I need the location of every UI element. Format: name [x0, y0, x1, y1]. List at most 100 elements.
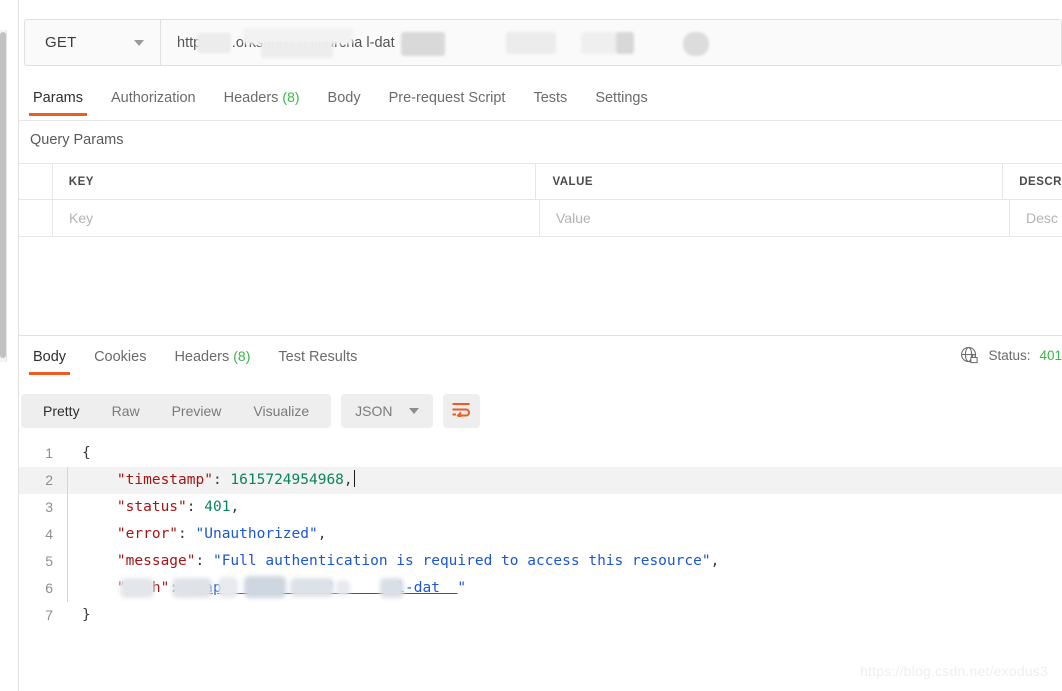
tab-tests[interactable]: Tests — [519, 90, 581, 115]
left-scrollbar-thumb[interactable] — [0, 32, 6, 358]
pane-splitter[interactable] — [19, 335, 1062, 336]
code-line[interactable]: 3 "status": 401, — [19, 494, 1062, 521]
method-label: GET — [45, 34, 77, 51]
tab-pre-request-script[interactable]: Pre-request Script — [375, 90, 520, 115]
code-line[interactable]: 6 "path": "/api rcha ' l-dat " — [19, 575, 1062, 602]
url-redaction-block-6 — [581, 32, 617, 54]
code-token-pun: , — [710, 553, 720, 569]
status-label: Status: — [988, 348, 1031, 363]
word-wrap-button[interactable] — [442, 394, 480, 428]
response-tab-test-results-label: Test Results — [278, 348, 358, 365]
code-line[interactable]: 1{ — [19, 440, 1062, 467]
param-description-input[interactable]: Desc — [1010, 200, 1062, 236]
method-selector[interactable]: GET — [25, 20, 161, 65]
code-text: "error": "Unauthorized", — [68, 521, 327, 548]
param-value-placeholder: Value — [556, 210, 591, 226]
code-text: { — [68, 440, 91, 467]
line-number: 6 — [45, 580, 53, 596]
tab-headers-label: Headers — [223, 90, 279, 106]
tab-headers-count: (8) — [282, 89, 300, 105]
path-redaction-block-6 — [336, 580, 350, 596]
param-key-input[interactable]: Key — [53, 200, 540, 236]
header-checkbox-cell — [19, 164, 53, 199]
path-redaction-block-7 — [380, 578, 404, 598]
format-button-group: Pretty Raw Preview Visualize — [21, 394, 332, 428]
tab-authorization-label: Authorization — [110, 89, 196, 106]
param-value-input[interactable]: Value — [540, 200, 1010, 236]
param-key-placeholder: Key — [69, 210, 94, 226]
response-body-code[interactable]: 1{2 "timestamp": 1615724954968, 3 "status… — [19, 440, 1062, 650]
format-raw-button[interactable]: Raw — [96, 403, 156, 419]
code-line[interactable]: 2 "timestamp": 1615724954968, — [19, 467, 1062, 494]
code-token-pun — [82, 580, 117, 596]
response-tab-body[interactable]: Body — [19, 349, 80, 375]
response-tab-test-results[interactable]: Test Results — [264, 349, 371, 374]
tab-params-label: Params — [33, 89, 83, 106]
column-header-value: VALUE — [552, 175, 594, 188]
code-token-pun: } — [82, 607, 91, 623]
code-line[interactable]: 5 "message": "Full authentication is req… — [19, 548, 1062, 575]
url-bar: GET https://s .orkshop.co i/purcha l-dat — [24, 19, 1062, 66]
url-redaction-block-8 — [683, 32, 709, 56]
line-number: 4 — [45, 526, 53, 542]
path-redaction-block-1 — [120, 578, 154, 598]
table-row[interactable]: Key Value Desc — [19, 200, 1062, 236]
format-visualize-button[interactable]: Visualize — [237, 403, 325, 419]
code-token-num: 401 — [204, 499, 231, 515]
response-tab-cookies-label: Cookies — [94, 348, 147, 365]
param-description-placeholder: Desc — [1026, 210, 1058, 226]
code-line[interactable]: 7} — [19, 602, 1062, 629]
tab-authorization[interactable]: Authorization — [97, 90, 210, 115]
path-redaction-block-5 — [290, 578, 334, 597]
code-token-pun: : — [212, 472, 231, 488]
tab-body[interactable]: Body — [314, 90, 375, 115]
query-params-title: Query Params — [30, 132, 124, 148]
code-token-pun: : — [186, 499, 205, 515]
url-redaction-block-1 — [197, 33, 231, 53]
format-preview-button[interactable]: Preview — [156, 403, 238, 419]
code-token-pun: : — [195, 553, 213, 569]
url-redaction-block-5 — [506, 32, 556, 54]
content-type-select[interactable]: JSON — [341, 394, 433, 428]
chevron-down-icon — [134, 39, 144, 46]
path-redaction-block-3 — [218, 577, 238, 598]
response-tab-headers[interactable]: Headers (8) — [160, 348, 264, 374]
code-text: "message": "Full authentication is requi… — [68, 548, 719, 575]
chevron-down-icon — [408, 408, 419, 414]
url-redaction-block-3 — [261, 42, 333, 58]
code-text: "timestamp": 1615724954968, — [68, 467, 355, 494]
code-line[interactable]: 4 "error": "Unauthorized", — [19, 521, 1062, 548]
tab-pre-request-script-label: Pre-request Script — [388, 89, 506, 106]
code-token-pun: , — [343, 472, 353, 488]
code-token-pun — [82, 472, 117, 488]
code-token-pun: , — [230, 499, 240, 515]
line-number: 5 — [45, 553, 53, 569]
code-token-num: 1615724954968 — [230, 472, 344, 488]
row-checkbox-cell[interactable] — [19, 200, 53, 236]
code-text: "path": "/api rcha ' l-dat " — [68, 575, 466, 602]
tab-headers[interactable]: Headers (8) — [210, 89, 314, 115]
url-redaction-block-7 — [616, 32, 634, 54]
status-badge: 401 — [1039, 348, 1062, 363]
text-cursor — [353, 470, 355, 487]
code-token-pun — [82, 553, 117, 569]
column-header-key: KEY — [68, 175, 94, 188]
line-number: 2 — [45, 472, 53, 488]
code-token-str: "Unauthorized" — [195, 526, 318, 542]
line-number: 3 — [45, 499, 53, 515]
tab-settings-label: Settings — [595, 89, 648, 106]
code-token-pun: { — [82, 445, 91, 461]
format-pretty-button[interactable]: Pretty — [27, 403, 96, 419]
tab-params[interactable]: Params — [19, 89, 97, 116]
postman-window: GET https://s .orkshop.co i/purcha l-dat… — [0, 0, 1062, 691]
code-token-pun: : — [178, 526, 196, 542]
line-number: 7 — [45, 607, 53, 623]
url-input[interactable]: https://s .orkshop.co i/purcha l-dat — [161, 20, 1061, 65]
code-token-pun — [82, 526, 117, 542]
url-redaction-block-4 — [401, 32, 445, 56]
tab-settings[interactable]: Settings — [581, 90, 661, 115]
code-token-k: "error" — [116, 526, 179, 542]
response-tab-cookies[interactable]: Cookies — [80, 349, 160, 374]
response-tabs: Body Cookies Headers (8) Test Results — [19, 344, 1062, 378]
response-tab-headers-label: Headers — [174, 349, 230, 365]
